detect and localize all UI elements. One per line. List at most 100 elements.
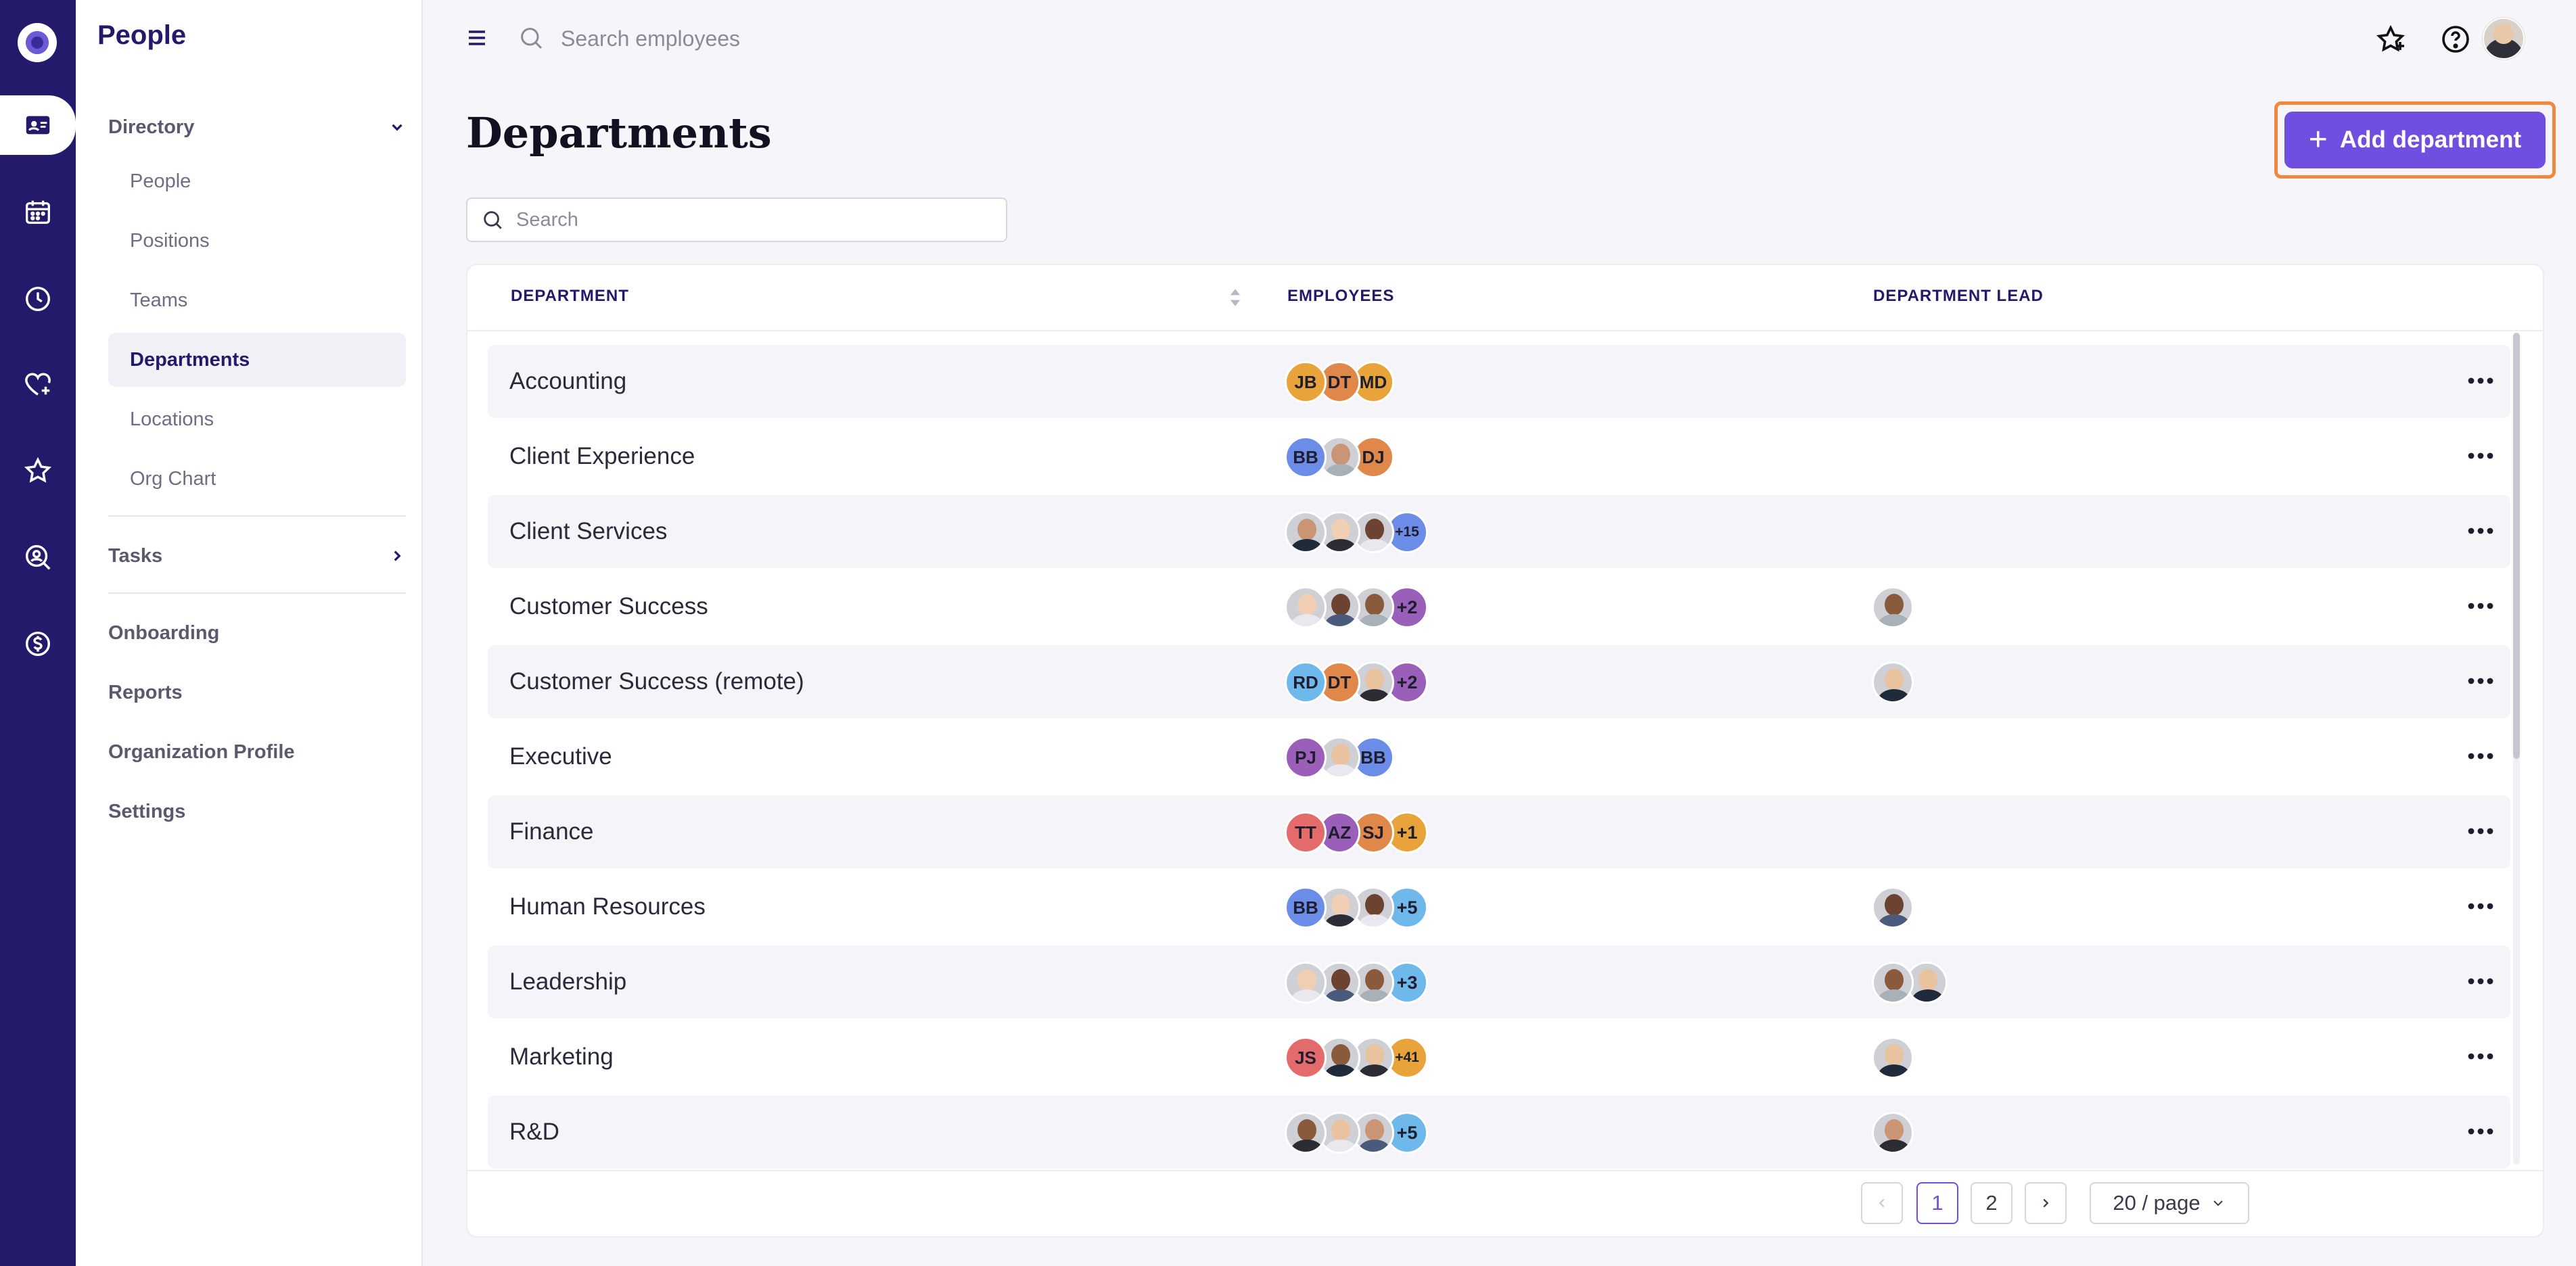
favorites-star-icon[interactable] <box>2374 23 2407 55</box>
lead-photo <box>1872 1112 1914 1154</box>
table-row[interactable]: Marketing JS +41 <box>488 1021 2510 1094</box>
table-header: DEPARTMENT EMPLOYEES DEPARTMENT LEAD <box>467 265 2543 331</box>
employee-avatars[interactable]: JB DT MD <box>1285 361 1394 403</box>
column-header-department[interactable]: DEPARTMENT <box>511 287 629 306</box>
department-search[interactable] <box>466 197 1007 242</box>
lead-photo <box>1872 661 1914 703</box>
lead-photo <box>1872 962 1914 1004</box>
employee-avatars[interactable]: +3 <box>1285 962 1428 1004</box>
sidebar-item-onboarding[interactable]: Onboarding <box>108 613 406 653</box>
employee-avatars[interactable]: +2 <box>1285 586 1428 628</box>
sidebar-item-label: Teams <box>130 289 188 311</box>
department-name[interactable]: Customer Success <box>509 593 708 620</box>
department-lead[interactable] <box>1872 887 1914 929</box>
department-name[interactable]: Leadership <box>509 968 626 995</box>
sidebar-item-departments[interactable]: Departments <box>108 333 406 387</box>
table-row[interactable]: R&D +5 <box>488 1096 2510 1169</box>
app-rail <box>0 0 76 1266</box>
rail-time[interactable] <box>0 269 76 329</box>
rail-people-directory[interactable] <box>0 95 76 155</box>
department-name[interactable]: Customer Success (remote) <box>509 668 804 695</box>
scrollbar-thumb[interactable] <box>2513 333 2520 759</box>
sidebar-item-locations[interactable]: Locations <box>108 392 406 446</box>
more-actions-icon[interactable] <box>2464 1046 2497 1066</box>
table-row[interactable]: Customer Success +2 <box>488 570 2510 643</box>
table-row[interactable]: Human Resources BB +5 <box>488 870 2510 943</box>
department-name[interactable]: Client Experience <box>509 443 695 470</box>
department-name[interactable]: R&D <box>509 1119 559 1146</box>
employee-avatars[interactable]: PJ BB <box>1285 736 1394 778</box>
app-logo-icon[interactable] <box>18 23 57 62</box>
more-actions-icon[interactable] <box>2464 521 2497 541</box>
sidebar-item-settings[interactable]: Settings <box>108 791 406 832</box>
more-actions-icon[interactable] <box>2464 971 2497 991</box>
rail-performance[interactable] <box>0 441 76 500</box>
table-row[interactable]: Accounting JB DT MD <box>488 345 2510 418</box>
page-size-select[interactable]: 20 / page <box>2090 1182 2249 1224</box>
table-row[interactable]: Finance TT AZ SJ +1 <box>488 795 2510 868</box>
user-avatar[interactable] <box>2483 18 2525 60</box>
menu-icon[interactable] <box>463 26 490 50</box>
sidebar-item-organization-profile[interactable]: Organization Profile <box>108 732 406 772</box>
department-name[interactable]: Marketing <box>509 1044 614 1071</box>
sidebar-group-tasks[interactable]: Tasks <box>108 536 406 576</box>
sidebar-group-directory[interactable]: Directory <box>108 107 406 147</box>
more-actions-icon[interactable] <box>2464 1121 2497 1142</box>
help-icon[interactable] <box>2439 23 2472 55</box>
sidebar-item-positions[interactable]: Positions <box>108 214 406 268</box>
sidebar-item-teams[interactable]: Teams <box>108 273 406 327</box>
table-row[interactable]: Customer Success (remote) RD DT +2 <box>488 645 2510 718</box>
employee-avatars[interactable]: +5 <box>1285 1112 1428 1154</box>
employee-avatars[interactable]: TT AZ SJ +1 <box>1285 812 1428 853</box>
employee-avatars[interactable]: RD DT +2 <box>1285 661 1428 703</box>
next-page-button[interactable] <box>2025 1182 2067 1224</box>
rail-payroll[interactable] <box>0 614 76 674</box>
page-1-button[interactable]: 1 <box>1916 1182 1958 1224</box>
employee-avatars[interactable]: JS +41 <box>1285 1037 1428 1079</box>
more-actions-icon[interactable] <box>2464 671 2497 691</box>
table-row[interactable]: Client Services +15 <box>488 495 2510 568</box>
table-row[interactable]: Leadership +3 <box>488 945 2510 1018</box>
rail-calendar[interactable] <box>0 183 76 242</box>
sidebar-item-label: Departments <box>130 348 250 371</box>
pagination: 1 2 20 / page <box>467 1170 2543 1236</box>
department-lead[interactable] <box>1872 586 1914 628</box>
sidebar-item-org-chart[interactable]: Org Chart <box>108 452 406 506</box>
department-lead[interactable] <box>1872 661 1914 703</box>
more-actions-icon[interactable] <box>2464 446 2497 466</box>
employee-initials: JB <box>1285 361 1327 403</box>
employee-avatars[interactable]: BB DJ <box>1285 436 1394 478</box>
sidebar-item-people[interactable]: People <box>108 154 406 208</box>
employee-avatars[interactable]: +15 <box>1285 511 1428 553</box>
department-name[interactable]: Client Services <box>509 518 667 545</box>
department-search-input[interactable] <box>516 208 1006 231</box>
more-actions-icon[interactable] <box>2464 821 2497 841</box>
department-lead[interactable] <box>1872 962 1948 1004</box>
department-name[interactable]: Accounting <box>509 368 626 395</box>
top-bar <box>423 0 2576 76</box>
more-actions-icon[interactable] <box>2464 596 2497 616</box>
department-name[interactable]: Finance <box>509 818 594 845</box>
table-row[interactable]: Executive PJ BB <box>488 720 2510 793</box>
employee-search-input[interactable] <box>561 22 967 55</box>
employee-avatars[interactable]: BB +5 <box>1285 887 1428 929</box>
sort-icon[interactable] <box>1228 285 1243 310</box>
table-row[interactable]: Client Experience BB DJ <box>488 420 2510 493</box>
prev-page-button[interactable] <box>1861 1182 1903 1224</box>
department-name[interactable]: Executive <box>509 743 612 770</box>
page-2-button[interactable]: 2 <box>1971 1182 2013 1224</box>
more-actions-icon[interactable] <box>2464 746 2497 766</box>
department-lead[interactable] <box>1872 1112 1914 1154</box>
department-lead[interactable] <box>1872 1037 1914 1079</box>
table-scrollbar[interactable] <box>2513 333 2520 1165</box>
rail-benefits[interactable] <box>0 354 76 414</box>
more-actions-icon[interactable] <box>2464 896 2497 916</box>
sidebar-item-reports[interactable]: Reports <box>108 672 406 713</box>
department-name[interactable]: Human Resources <box>509 893 706 920</box>
sidebar: People Directory People Positions Teams … <box>76 0 423 1266</box>
sidebar-item-label: Org Chart <box>130 467 216 490</box>
employee-initials: BB <box>1285 887 1327 929</box>
add-department-button[interactable]: + Add department <box>2284 112 2546 168</box>
more-actions-icon[interactable] <box>2464 371 2497 391</box>
rail-recruiting[interactable] <box>0 528 76 587</box>
